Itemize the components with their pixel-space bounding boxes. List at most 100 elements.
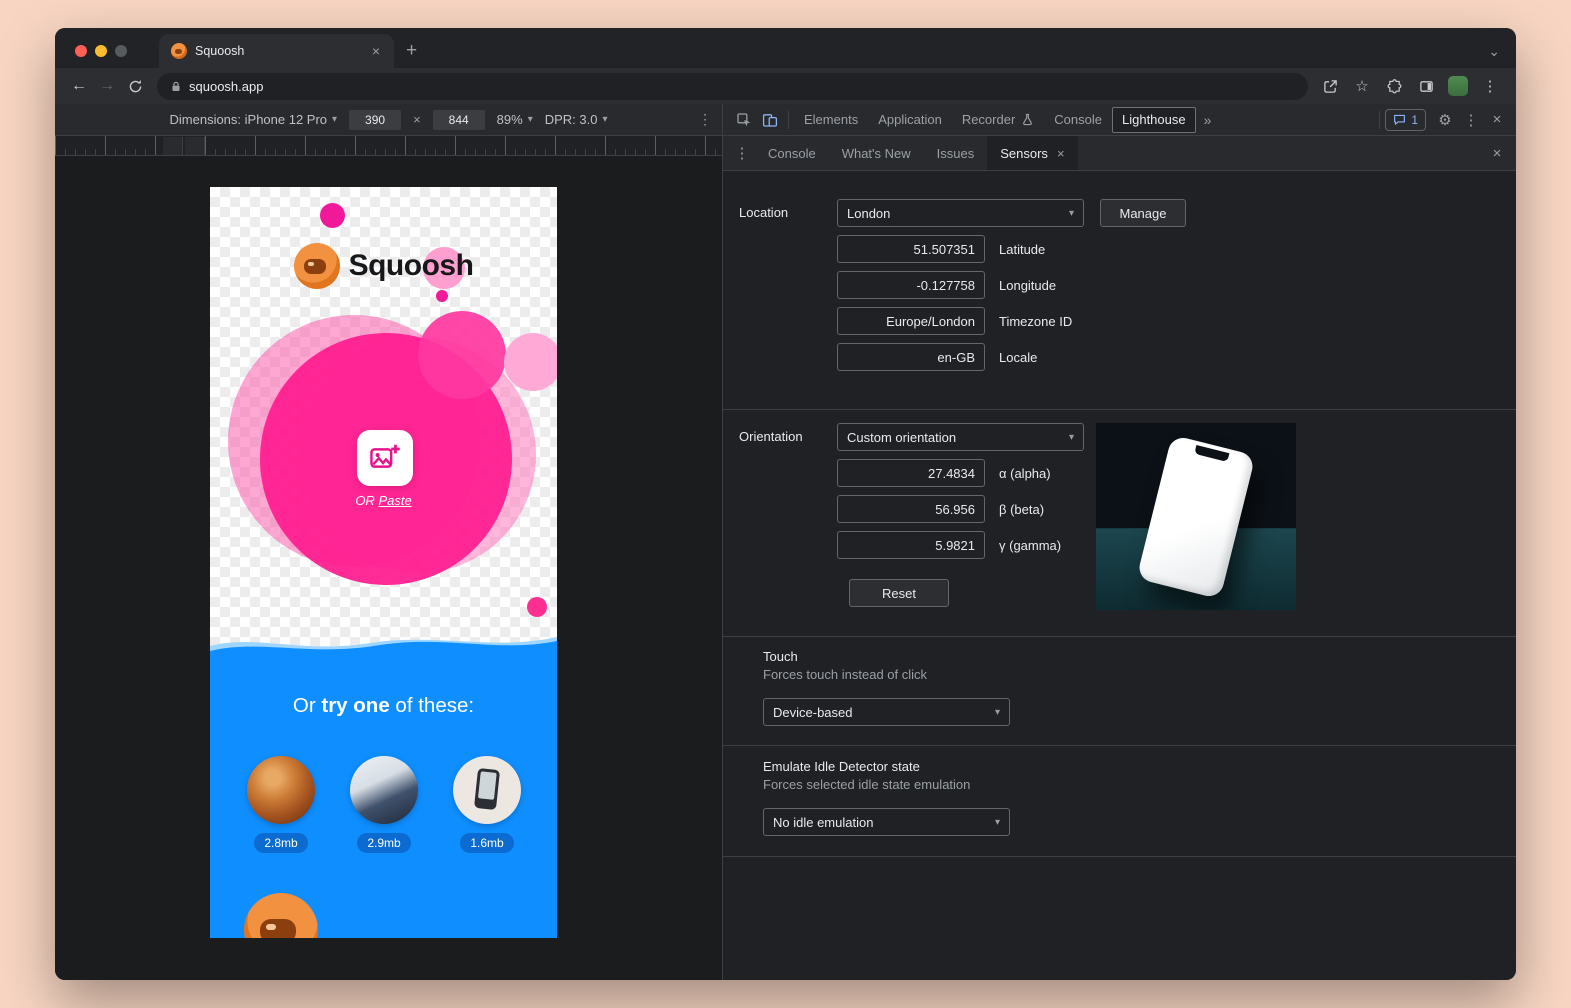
drawer-menu-button[interactable]: ⋮ — [729, 140, 755, 166]
chevron-down-icon: ▾ — [528, 114, 533, 125]
idle-select[interactable]: No idle emulation ▾ — [763, 808, 1010, 836]
image-drop-target[interactable] — [357, 430, 413, 486]
viewport-height-input[interactable] — [433, 110, 485, 130]
sensors-tab-close-icon[interactable]: × — [1057, 146, 1065, 161]
browser-content: Dimensions: iPhone 12 Pro ▾ × 89% ▾ DPR:… — [55, 104, 1516, 980]
orientation-label: Orientation — [739, 423, 837, 444]
section-divider — [723, 636, 1516, 637]
devtools-pane: Elements Application Recorder Console Li… — [722, 104, 1516, 980]
section-divider — [723, 856, 1516, 857]
location-select[interactable]: London ▾ — [837, 199, 1084, 227]
idle-title: Emulate Idle Detector state — [763, 759, 1500, 774]
sample-image-1[interactable]: 2.8mb — [247, 756, 315, 853]
extensions-puzzle-icon — [1387, 79, 1402, 94]
device-type-select[interactable]: Dimensions: iPhone 12 Pro ▾ — [170, 112, 338, 127]
bookmark-button[interactable]: ☆ — [1348, 72, 1376, 100]
tab-recorder[interactable]: Recorder — [952, 107, 1044, 133]
dpr-select[interactable]: DPR: 3.0 ▾ — [545, 112, 608, 127]
sample-image-3[interactable]: 1.6mb — [453, 756, 521, 853]
window-close-button[interactable] — [75, 45, 87, 57]
extensions-button[interactable] — [1380, 72, 1408, 100]
zoom-select[interactable]: 89% ▾ — [497, 112, 533, 127]
profile-avatar[interactable] — [1448, 76, 1468, 96]
tab-list-chevron-icon[interactable]: ⌄ — [1488, 44, 1500, 58]
workspace-thumbnail[interactable] — [350, 756, 418, 824]
phone-photo-thumbnail[interactable] — [453, 756, 521, 824]
pink-blob-decoration — [320, 203, 345, 228]
drawer-tab-issues[interactable]: Issues — [924, 136, 988, 170]
device-toolbar-menu-icon[interactable]: ⋮ — [698, 104, 712, 135]
tab-label: Elements — [804, 112, 858, 127]
device-toolbar: Dimensions: iPhone 12 Pro ▾ × 89% ▾ DPR:… — [55, 104, 722, 136]
new-tab-button[interactable]: + — [406, 41, 417, 60]
reset-button[interactable]: Reset — [849, 579, 949, 607]
pink-blob-decoration — [504, 333, 557, 391]
sample-image-2[interactable]: 2.9mb — [350, 756, 418, 853]
forward-button[interactable]: → — [93, 72, 121, 100]
inspect-element-button[interactable] — [731, 107, 757, 133]
tab-close-icon[interactable]: × — [368, 42, 384, 60]
red-panda-thumbnail[interactable] — [247, 756, 315, 824]
devtools-menu-button[interactable]: ⋮ — [1458, 107, 1484, 133]
paste-link[interactable]: Paste — [378, 493, 411, 508]
pink-dot-decoration — [527, 597, 547, 617]
alpha-input[interactable] — [837, 459, 985, 487]
mini-phone-graphic — [474, 768, 500, 810]
window-zoom-button[interactable] — [115, 45, 127, 57]
beta-input[interactable] — [837, 495, 985, 523]
devtools-close-button[interactable]: × — [1484, 107, 1510, 133]
tab-console[interactable]: Console — [1044, 107, 1112, 133]
drawer-close-button[interactable]: × — [1484, 140, 1510, 166]
window-minimize-button[interactable] — [95, 45, 107, 57]
drawer-toolbar: ⋮ Console What's New Issues Sensors × × — [723, 136, 1516, 171]
tab-lighthouse[interactable]: Lighthouse — [1112, 107, 1196, 133]
squoosh-logo: Squoosh — [210, 243, 557, 289]
back-button[interactable]: ← — [65, 72, 93, 100]
zoom-value: 89% — [497, 112, 523, 127]
gamma-input[interactable] — [837, 531, 985, 559]
orientation-select[interactable]: Custom orientation ▾ — [837, 423, 1084, 451]
sample-images-section: Or try one of these: 2.8mb 2.9mb 1 — [210, 632, 557, 938]
tab-elements[interactable]: Elements — [794, 107, 868, 133]
tab-application[interactable]: Application — [868, 107, 952, 133]
orientation-3d-preview[interactable] — [1096, 423, 1296, 610]
tab-label: Console — [768, 146, 816, 161]
longitude-input[interactable] — [837, 271, 985, 299]
tab-strip: Squoosh × + ⌄ — [55, 28, 1516, 68]
chevron-down-icon: ▾ — [602, 114, 607, 125]
more-panels-icon[interactable]: » — [1196, 112, 1220, 128]
chevron-down-icon: ▾ — [995, 707, 1000, 718]
section-divider — [723, 409, 1516, 410]
squoosh-app-page: Squoosh — [210, 187, 557, 938]
timezone-input[interactable] — [837, 307, 985, 335]
settings-gear-button[interactable]: ⚙ — [1432, 107, 1458, 133]
drawer-tab-whats-new[interactable]: What's New — [829, 136, 924, 170]
viewport-area: Squoosh — [55, 156, 722, 980]
reload-icon — [128, 79, 143, 94]
chevron-down-icon: ▾ — [1069, 208, 1074, 219]
share-button[interactable] — [1316, 72, 1344, 100]
device-toolbar-toggle-button[interactable] — [757, 107, 783, 133]
latitude-input[interactable] — [837, 235, 985, 263]
issues-counter-button[interactable]: 1 — [1385, 109, 1426, 131]
idle-subtitle: Forces selected idle state emulation — [763, 777, 1500, 792]
experiment-flask-icon — [1021, 113, 1034, 126]
toolbar-right-icons: ☆ ⋮ — [1316, 72, 1506, 100]
browser-tab[interactable]: Squoosh × — [159, 34, 394, 68]
manage-button[interactable]: Manage — [1100, 199, 1186, 227]
try-one-text: Or try one of these: — [210, 694, 557, 718]
idle-detector-section: Emulate Idle Detector state Forces selec… — [763, 759, 1500, 836]
side-panel-button[interactable] — [1412, 72, 1440, 100]
drawer-tab-sensors[interactable]: Sensors × — [987, 136, 1077, 170]
locale-input[interactable] — [837, 343, 985, 371]
inspect-cursor-icon — [736, 112, 752, 128]
viewport-width-input[interactable] — [349, 110, 401, 130]
paste-option: OR Paste — [210, 493, 557, 508]
touch-select[interactable]: Device-based ▾ — [763, 698, 1010, 726]
drawer-tab-console[interactable]: Console — [755, 136, 829, 170]
address-bar[interactable]: squoosh.app — [157, 73, 1308, 100]
chevron-down-icon: ▾ — [1069, 432, 1074, 443]
squoosh-favicon-icon — [171, 43, 187, 59]
browser-menu-button[interactable]: ⋮ — [1476, 72, 1504, 100]
reload-button[interactable] — [121, 72, 149, 100]
